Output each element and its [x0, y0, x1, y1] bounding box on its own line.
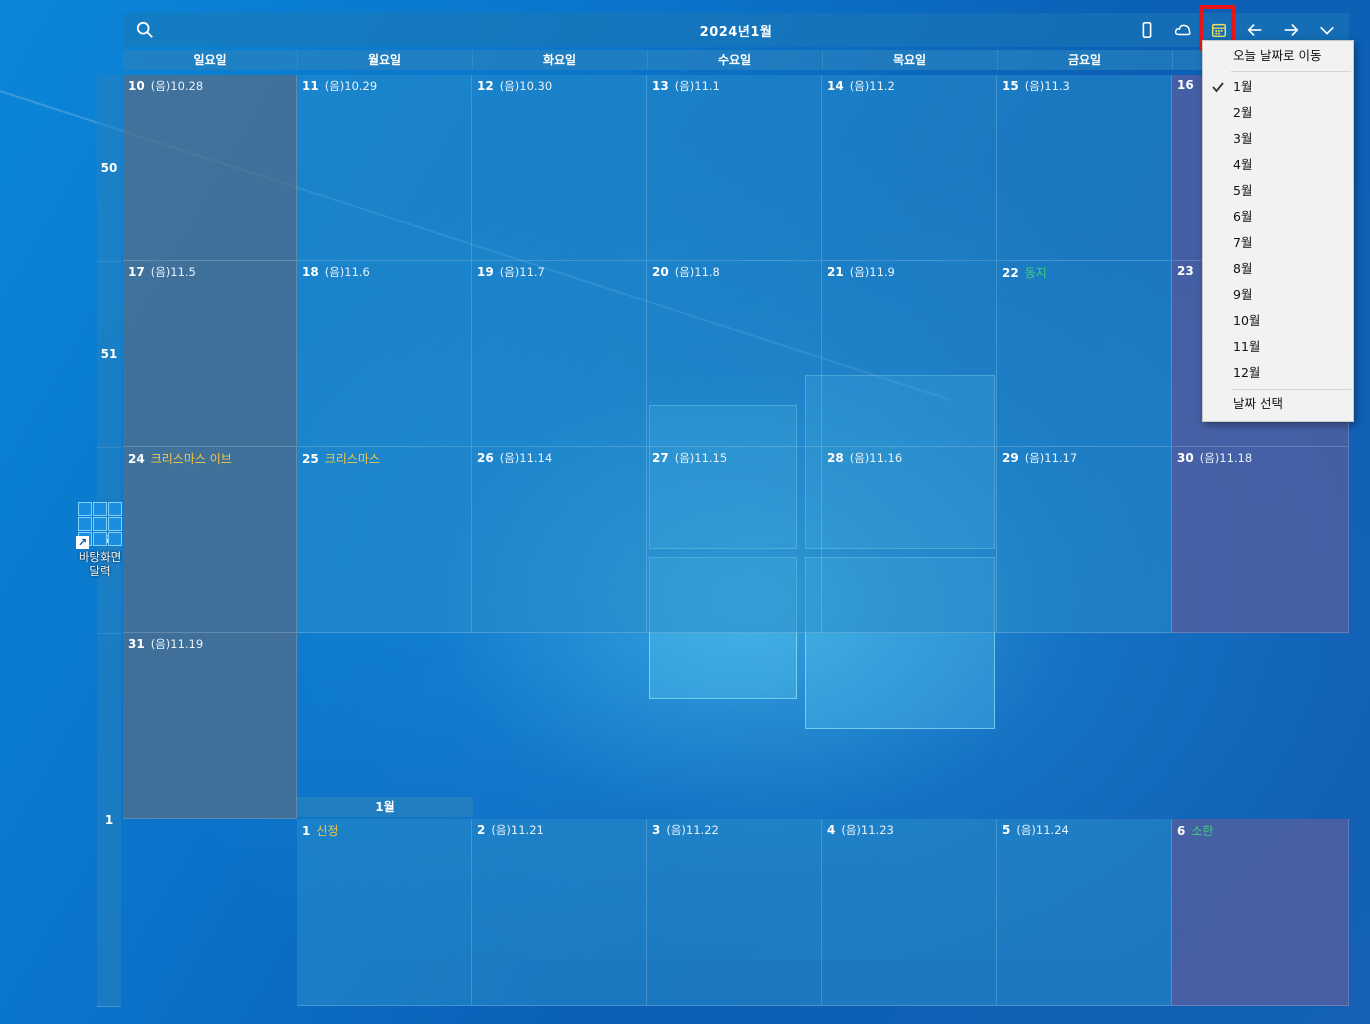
- month-dropdown-menu: 오늘 날짜로 이동 1월 2월 3월 4월 5월 6월 7월 8월 9월 10월…: [1202, 40, 1354, 422]
- day-cell[interactable]: 1 신정: [297, 819, 472, 1006]
- desktop-shortcut-calendar[interactable]: ↗ 바탕화면 달력: [74, 502, 126, 578]
- day-cell[interactable]: 25 크리스마스: [297, 447, 472, 633]
- weekday-friday: 금요일: [997, 50, 1173, 70]
- desktop-icon-label: 바탕화면 달력: [78, 550, 122, 578]
- menu-item-month[interactable]: 9월: [1233, 285, 1252, 305]
- day-cell[interactable]: 4 (음)11.23: [822, 819, 997, 1006]
- day-cell[interactable]: 18 (음)11.6: [297, 261, 472, 447]
- day-cell[interactable]: 10 (음)10.28: [123, 75, 297, 261]
- menu-item-month[interactable]: 12월: [1233, 363, 1260, 383]
- day-cell[interactable]: 20 (음)11.8: [647, 261, 822, 447]
- menu-item-month[interactable]: 6월: [1233, 207, 1252, 227]
- weekday-sunday: 일요일: [123, 50, 298, 70]
- cloud-icon[interactable]: [1171, 18, 1195, 42]
- week-number: 50: [97, 75, 121, 262]
- checkmark-icon: [1212, 82, 1224, 93]
- day-cell[interactable]: 26 (음)11.14: [472, 447, 647, 633]
- chevron-down-icon[interactable]: [1315, 18, 1339, 42]
- day-cell[interactable]: 22 동지: [997, 261, 1172, 447]
- day-cell[interactable]: 6 소한: [1172, 819, 1349, 1006]
- menu-item-goto-today[interactable]: 오늘 날짜로 이동: [1233, 46, 1321, 66]
- next-month-label: 1월: [297, 797, 473, 817]
- day-cell[interactable]: 2 (음)11.21: [472, 819, 647, 1006]
- menu-item-pick-date[interactable]: 날짜 선택: [1233, 394, 1283, 414]
- day-cell[interactable]: 21 (음)11.9: [822, 261, 997, 447]
- day-cell[interactable]: 24 크리스마스 이브: [123, 447, 297, 633]
- menu-item-month[interactable]: 3월: [1233, 129, 1252, 149]
- shortcut-arrow-icon: ↗: [76, 536, 89, 549]
- day-cell[interactable]: 14 (음)11.2: [822, 75, 997, 261]
- arrow-left-icon[interactable]: [1243, 18, 1267, 42]
- day-cell[interactable]: 19 (음)11.7: [472, 261, 647, 447]
- menu-item-month[interactable]: 11월: [1233, 337, 1260, 357]
- day-cell[interactable]: 11 (음)10.29: [297, 75, 472, 261]
- weekday-monday: 월요일: [297, 50, 473, 70]
- day-cell[interactable]: 13 (음)11.1: [647, 75, 822, 261]
- menu-item-month[interactable]: 7월: [1233, 233, 1252, 253]
- weekday-tuesday: 화요일: [472, 50, 648, 70]
- weekday-wednesday: 수요일: [647, 50, 823, 70]
- menu-separator: [1231, 389, 1351, 390]
- day-cell[interactable]: 28 (음)11.16: [822, 447, 997, 633]
- mobile-icon[interactable]: [1135, 18, 1159, 42]
- arrow-right-icon[interactable]: [1279, 18, 1303, 42]
- day-cell[interactable]: 27 (음)11.15: [647, 447, 822, 633]
- day-cell[interactable]: 3 (음)11.22: [647, 819, 822, 1006]
- day-cell[interactable]: 15 (음)11.3: [997, 75, 1172, 261]
- weekday-thursday: 목요일: [822, 50, 998, 70]
- calendar-toolbar: 2024년1월: [123, 13, 1349, 47]
- menu-item-month[interactable]: 5월: [1233, 181, 1252, 201]
- menu-item-month[interactable]: 1월: [1233, 77, 1252, 97]
- menu-separator: [1231, 71, 1351, 72]
- day-cell[interactable]: 30 (음)11.18: [1172, 447, 1349, 633]
- day-cell[interactable]: 31 (음)11.19: [123, 633, 297, 819]
- menu-item-month[interactable]: 4월: [1233, 155, 1252, 175]
- day-cell[interactable]: 5 (음)11.24: [997, 819, 1172, 1006]
- day-cell[interactable]: 12 (음)10.30: [472, 75, 647, 261]
- menu-item-month[interactable]: 2월: [1233, 103, 1252, 123]
- menu-item-month[interactable]: 10월: [1233, 311, 1260, 331]
- day-cell[interactable]: 29 (음)11.17: [997, 447, 1172, 633]
- week-number: 51: [97, 261, 121, 448]
- month-title: 2024년1월: [699, 25, 773, 40]
- week-number: 1: [97, 633, 121, 1007]
- day-cell[interactable]: 17 (음)11.5: [123, 261, 297, 447]
- menu-item-month[interactable]: 8월: [1233, 259, 1252, 279]
